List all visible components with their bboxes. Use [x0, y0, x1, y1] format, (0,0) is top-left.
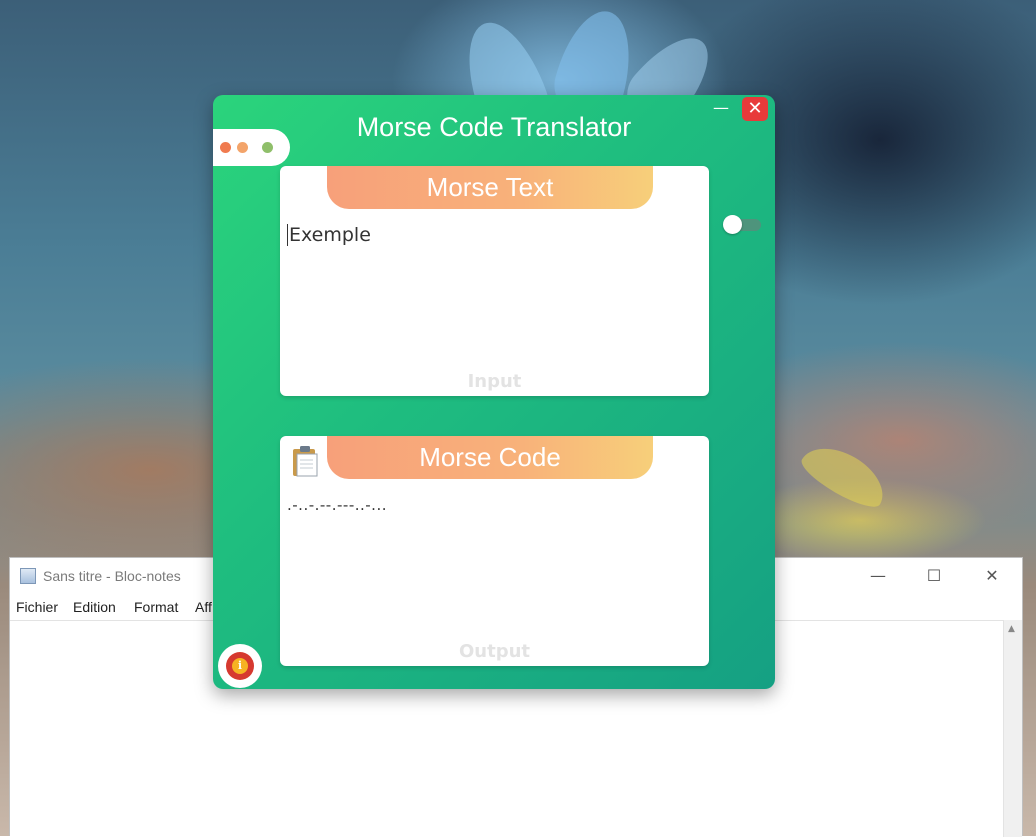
scroll-up-arrow-icon[interactable]: ▲	[1008, 624, 1015, 634]
menu-fichier[interactable]: Fichier	[16, 599, 58, 615]
notepad-title: Sans titre - Bloc-notes	[43, 568, 181, 584]
info-icon: i	[232, 658, 248, 674]
morse-translator-window: Morse Code Translator — ✕ Morse Text Exe…	[213, 95, 775, 689]
window-dots-menu[interactable]	[213, 129, 290, 166]
menu-edition[interactable]: Edition	[73, 599, 116, 615]
dot-icon-3	[262, 142, 273, 153]
notepad-maximize-button[interactable]: ☐	[924, 566, 944, 586]
output-text-field[interactable]: .-..-.--.---..-...	[287, 496, 387, 514]
output-card: Morse Code .-..-.--.---..-... Output	[280, 436, 709, 666]
flower-petal-decoration	[796, 435, 894, 515]
notepad-scrollbar[interactable]: ▲	[1003, 620, 1022, 837]
notepad-minimize-button[interactable]: —	[868, 566, 888, 586]
app-close-button[interactable]: ✕	[742, 97, 768, 121]
output-card-header: Morse Code	[327, 436, 653, 479]
output-card-label: Output	[458, 641, 531, 662]
menu-affichage[interactable]: Aff	[195, 599, 212, 615]
toggle-knob	[723, 215, 742, 234]
info-button[interactable]: i	[218, 644, 262, 688]
info-icon-ring: i	[226, 652, 254, 680]
dot-icon-2	[237, 142, 248, 153]
dot-icon-1	[220, 142, 231, 153]
input-card-header: Morse Text	[327, 166, 653, 209]
app-title: Morse Code Translator	[356, 112, 632, 142]
clipboard-icon[interactable]	[291, 444, 321, 478]
input-text-field[interactable]: Exemple	[287, 224, 371, 246]
notepad-close-button[interactable]: ✕	[982, 566, 1002, 586]
menu-format[interactable]: Format	[134, 599, 178, 615]
input-card-label: Input	[467, 371, 522, 392]
input-card[interactable]: Morse Text Exemple Input	[280, 166, 709, 396]
notepad-app-icon	[20, 568, 36, 584]
mode-toggle-switch[interactable]	[723, 215, 761, 234]
app-minimize-button[interactable]: —	[713, 100, 729, 117]
